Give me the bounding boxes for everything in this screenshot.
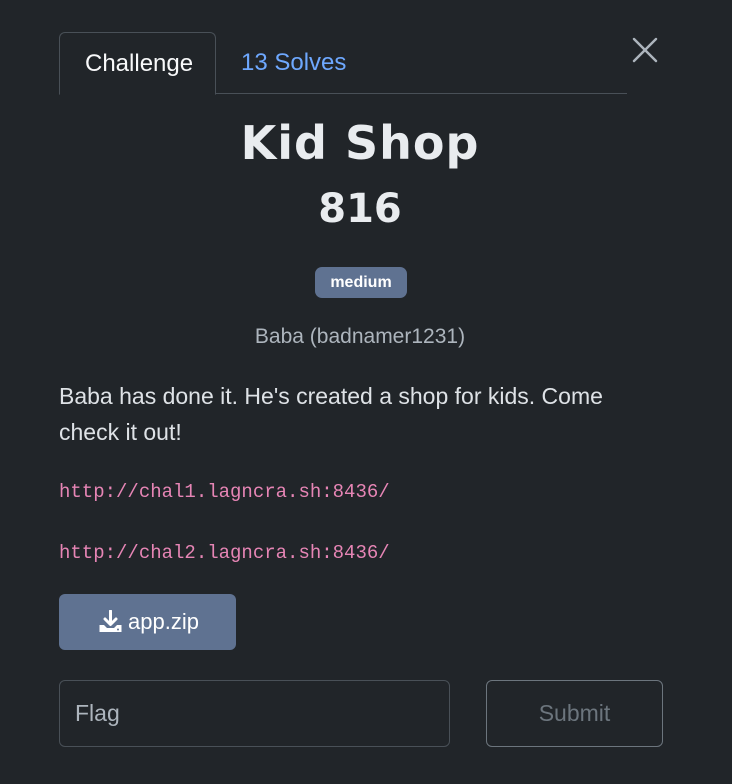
tab-challenge[interactable]: Challenge <box>59 32 216 95</box>
download-file-button[interactable]: app.zip <box>59 594 236 650</box>
challenge-description: Baba has done it. He's created a shop fo… <box>59 383 603 445</box>
tab-solves[interactable]: 13 Solves <box>216 32 371 94</box>
challenge-link-1[interactable]: http://chal1.lagncra.sh:8436/ <box>59 481 390 503</box>
challenge-modal: Challenge 13 Solves Kid Shop 816 medium … <box>0 0 732 784</box>
close-button[interactable] <box>630 35 660 65</box>
challenge-link-2[interactable]: http://chal2.lagncra.sh:8436/ <box>59 542 390 564</box>
challenge-author: Baba (badnamer1231) <box>254 325 466 348</box>
submit-button[interactable]: Submit <box>486 680 663 747</box>
tab-bar: Challenge 13 Solves <box>59 32 627 95</box>
download-file-label: app.zip <box>128 609 199 634</box>
download-icon <box>99 610 122 632</box>
flag-input[interactable] <box>59 680 450 747</box>
difficulty-badge: medium <box>315 267 407 298</box>
challenge-points: 816 <box>318 186 402 232</box>
close-icon <box>632 37 658 63</box>
challenge-title: Kid Shop <box>240 116 480 170</box>
